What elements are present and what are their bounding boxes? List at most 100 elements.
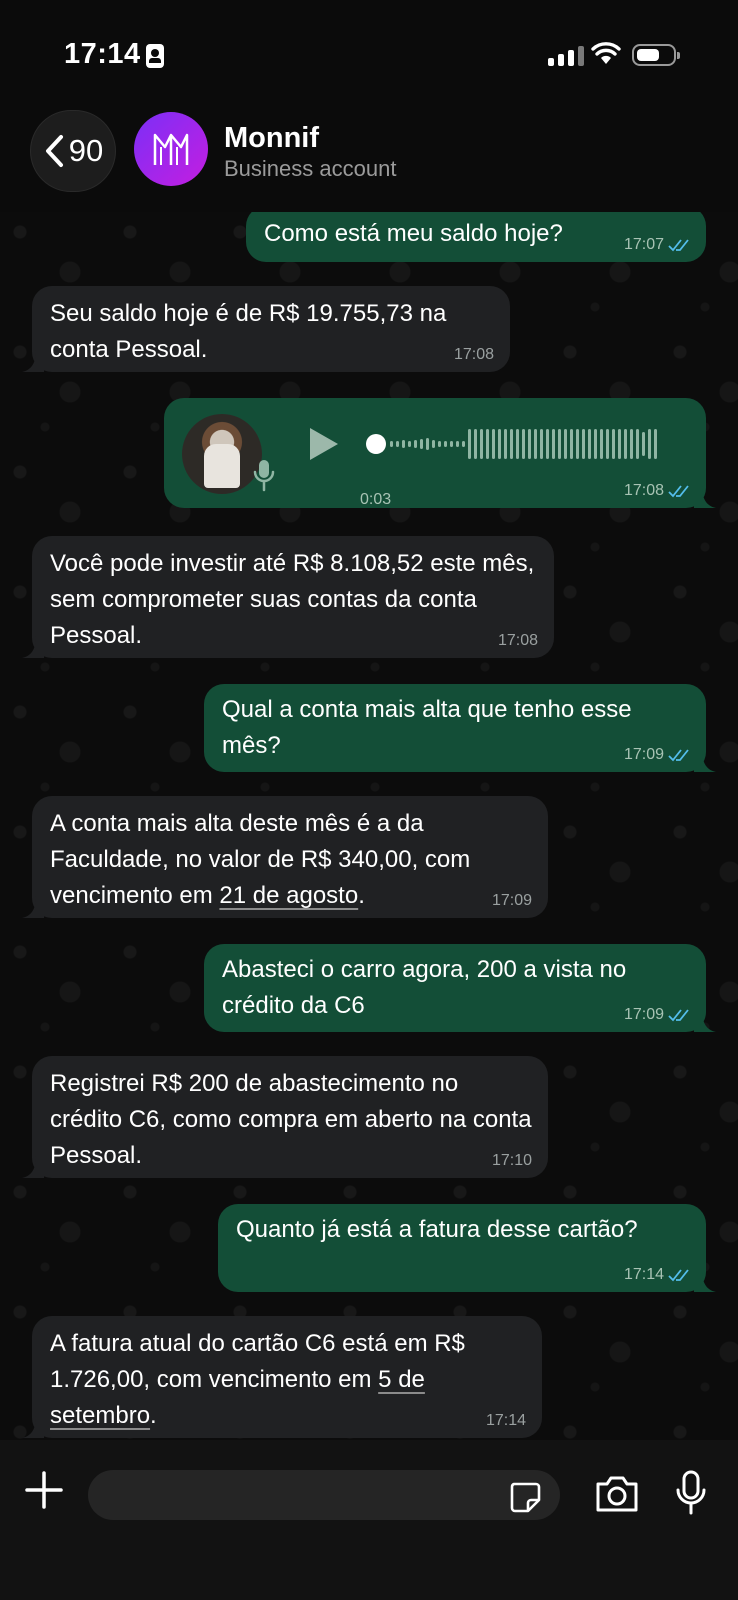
message-text: Registrei R$ 200 de abastecimento no cré… bbox=[50, 1070, 532, 1169]
waveform-bar bbox=[480, 429, 483, 459]
waveform-bar bbox=[510, 429, 513, 459]
waveform-bar bbox=[552, 429, 555, 459]
battery-icon bbox=[632, 44, 680, 66]
message-time: 17:14 bbox=[485, 1412, 526, 1429]
back-button[interactable]: 90 bbox=[30, 110, 116, 192]
plus-icon[interactable] bbox=[24, 1470, 64, 1510]
waveform-bar bbox=[636, 429, 639, 459]
waveform-bar bbox=[534, 429, 537, 459]
message-bubble-incoming[interactable]: Seu saldo hoje é de R$ 19.755,73 na cont… bbox=[22, 286, 510, 372]
status-bar: 17:14 bbox=[0, 0, 738, 100]
waveform-bar bbox=[432, 440, 435, 448]
sticker-icon[interactable] bbox=[508, 1480, 542, 1514]
bubble-tail bbox=[22, 636, 44, 658]
message-meta: 17:09 bbox=[492, 892, 532, 910]
message-input[interactable] bbox=[88, 1470, 560, 1520]
message-meta: 17:08 bbox=[624, 482, 690, 500]
message-time: 17:09 bbox=[623, 746, 664, 763]
message-meta: 17:08 bbox=[454, 346, 494, 364]
bubble-tail bbox=[694, 750, 716, 772]
message-meta: 17:14 bbox=[486, 1412, 526, 1430]
message-meta: 17:14 bbox=[624, 1266, 690, 1284]
message-bubble-incoming[interactable]: A fatura atual do cartão C6 está em R$ 1… bbox=[22, 1316, 542, 1438]
message-bubble-incoming[interactable]: A conta mais alta deste mês é a da Facul… bbox=[22, 796, 548, 918]
microphone-icon[interactable] bbox=[674, 1470, 708, 1516]
double-check-icon bbox=[668, 239, 689, 252]
play-icon[interactable] bbox=[306, 424, 342, 464]
waveform-bar bbox=[570, 429, 573, 459]
message-bubble-incoming[interactable]: Você pode investir até R$ 8.108,52 este … bbox=[22, 536, 554, 658]
waveform-bar bbox=[588, 429, 591, 459]
waveform-bar bbox=[450, 441, 453, 447]
waveform-bar bbox=[606, 429, 609, 459]
message-meta: 17:09 bbox=[624, 1006, 690, 1024]
double-check-icon bbox=[668, 749, 689, 762]
monnif-logo-icon bbox=[153, 133, 189, 165]
voice-message-bubble[interactable]: 0:03 17:08 bbox=[164, 398, 716, 508]
message-time: 17:09 bbox=[491, 892, 532, 909]
waveform-bar bbox=[468, 429, 471, 459]
bubble-tail bbox=[694, 486, 716, 508]
message-meta: 17:10 bbox=[492, 1152, 532, 1170]
waveform-bar bbox=[420, 439, 423, 449]
contact-subtitle: Business account bbox=[224, 156, 397, 181]
waveform-bar bbox=[456, 441, 459, 447]
message-meta: 17:09 bbox=[624, 746, 690, 764]
message-text: Seu saldo hoje é de R$ 19.755,73 na cont… bbox=[50, 300, 447, 363]
waveform-bar bbox=[486, 429, 489, 459]
waveform-bar bbox=[594, 429, 597, 459]
waveform-bar bbox=[444, 441, 447, 447]
message-text: Qual a conta mais alta que tenho esse mê… bbox=[222, 696, 632, 759]
waveform-bar bbox=[540, 429, 543, 459]
bubble-tail bbox=[22, 350, 44, 372]
waveform-bar bbox=[624, 429, 627, 459]
cellular-signal-icon bbox=[548, 44, 584, 66]
contact-card-icon bbox=[146, 44, 164, 68]
message-bubble-outgoing[interactable]: Abasteci o carro agora, 200 a vista no c… bbox=[204, 944, 716, 1032]
waveform-bar bbox=[516, 429, 519, 459]
status-time: 17:14 bbox=[64, 38, 141, 70]
waveform-bar bbox=[474, 429, 477, 459]
chat-header: 90 Monnif Business account bbox=[0, 100, 738, 212]
wifi-icon bbox=[591, 42, 621, 64]
message-bubble-outgoing[interactable]: Como está meu saldo hoje? 17:07 bbox=[246, 212, 706, 262]
audio-waveform[interactable] bbox=[390, 422, 666, 466]
mic-icon bbox=[253, 460, 275, 492]
message-text: A fatura atual do cartão C6 está em R$ 1… bbox=[50, 1330, 465, 1429]
double-check-icon bbox=[668, 1269, 689, 1282]
bubble-tail bbox=[694, 1270, 716, 1292]
double-check-icon bbox=[668, 485, 689, 498]
bubble-tail bbox=[22, 1156, 44, 1178]
bubble-tail bbox=[22, 896, 44, 918]
message-time: 17:08 bbox=[623, 482, 664, 499]
waveform-bar bbox=[426, 438, 429, 450]
waveform-bar bbox=[504, 429, 507, 459]
bubble-tail bbox=[694, 1010, 716, 1032]
double-check-icon bbox=[668, 1009, 689, 1022]
message-text: Abasteci o carro agora, 200 a vista no c… bbox=[222, 956, 627, 1019]
waveform-bar bbox=[558, 429, 561, 459]
waveform-bar bbox=[528, 429, 531, 459]
camera-icon[interactable] bbox=[594, 1474, 640, 1514]
waveform-bar bbox=[402, 440, 405, 448]
waveform-bar bbox=[438, 441, 441, 447]
message-bubble-outgoing[interactable]: Quanto já está a fatura desse cartão? 17… bbox=[218, 1204, 716, 1292]
playback-position-dot[interactable] bbox=[366, 434, 386, 454]
message-meta: 17:07 bbox=[624, 236, 690, 254]
composer-bar bbox=[0, 1440, 738, 1600]
voice-duration: 0:03 bbox=[360, 491, 392, 508]
waveform-bar bbox=[414, 440, 417, 448]
contact-name[interactable]: Monnif bbox=[224, 122, 319, 155]
chat-area[interactable]: Como está meu saldo hoje? 17:07 Seu sald… bbox=[0, 212, 738, 1440]
waveform-bar bbox=[654, 429, 657, 459]
waveform-bar bbox=[630, 429, 633, 459]
back-chevron-icon bbox=[45, 135, 63, 167]
waveform-bar bbox=[648, 429, 651, 459]
waveform-bar bbox=[642, 432, 645, 456]
contact-avatar[interactable] bbox=[134, 112, 208, 186]
message-bubble-incoming[interactable]: Registrei R$ 200 de abastecimento no cré… bbox=[22, 1056, 548, 1178]
waveform-bar bbox=[498, 429, 501, 459]
message-bubble-outgoing[interactable]: Qual a conta mais alta que tenho esse mê… bbox=[204, 684, 716, 772]
date-link[interactable]: 21 de agosto bbox=[219, 882, 358, 909]
message-meta: 17:08 bbox=[498, 632, 538, 650]
